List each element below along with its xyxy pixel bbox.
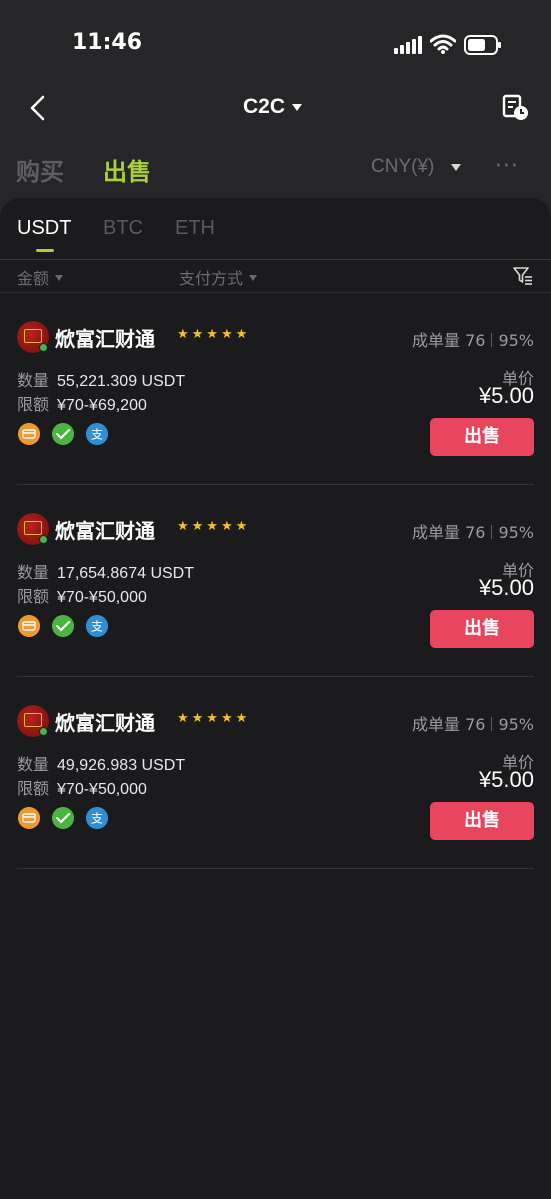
- currency-caret-icon[interactable]: [451, 164, 461, 171]
- svg-text:支: 支: [91, 812, 103, 826]
- merchant-rating-stars: ★★★★★: [177, 327, 251, 342]
- limit-row: 限额 ¥70-¥50,000: [17, 775, 147, 799]
- bank-card-icon: [18, 807, 40, 829]
- trade-mode-tabs: 购买 出售 CNY(¥) ···: [0, 148, 551, 188]
- amount-caret-icon: [55, 275, 64, 281]
- nav-bar: C2C: [0, 86, 551, 130]
- unit-price: ¥5.00: [478, 767, 534, 792]
- quantity-value: 17,654.8674 USDT: [57, 565, 194, 582]
- payment-method-filter[interactable]: 支付方式: [179, 265, 258, 289]
- alipay-icon: 支: [86, 423, 108, 445]
- wechat-pay-icon: [52, 615, 74, 637]
- listing-card[interactable]: 焮富汇财通 ★★★★★ 成单量 76 95% 数量 55,221.309 USDT …: [17, 293, 534, 485]
- tab-btc[interactable]: BTC: [103, 217, 143, 240]
- active-tab-indicator: [36, 249, 54, 252]
- svg-text:支: 支: [91, 620, 103, 634]
- merchant-avatar: [17, 321, 49, 353]
- back-chevron-icon[interactable]: [26, 94, 50, 122]
- quantity-value: 49,926.983 USDT: [57, 757, 186, 774]
- online-status-dot: [39, 727, 48, 736]
- merchant-avatar: [17, 705, 49, 737]
- merchant-stats: 成单量 76 95%: [412, 519, 534, 543]
- merchant-stats: 成单量 76 95%: [412, 711, 534, 735]
- merchant-rating-stars: ★★★★★: [177, 519, 251, 534]
- more-options-button[interactable]: ···: [495, 154, 519, 179]
- sell-button[interactable]: 出售: [430, 418, 534, 456]
- unit-price: ¥5.00: [478, 575, 534, 600]
- quantity-row: 数量 49,926.983 USDT: [17, 751, 185, 775]
- payment-caret-icon: [249, 275, 258, 281]
- limit-value: ¥70-¥50,000: [57, 781, 147, 798]
- orders-label: 成单量: [411, 523, 460, 542]
- filter-bar: 金额 支付方式: [0, 261, 551, 293]
- merchant-avatar: [17, 513, 49, 545]
- alipay-icon: 支: [86, 615, 108, 637]
- orders-count: 76: [465, 331, 486, 350]
- wechat-pay-icon: [52, 423, 74, 445]
- amount-filter[interactable]: 金额: [17, 265, 64, 289]
- completion-rate: 95%: [498, 715, 534, 734]
- limit-label: 限额: [17, 779, 50, 798]
- completion-rate: 95%: [498, 331, 534, 350]
- limit-value: ¥70-¥69,200: [57, 397, 147, 414]
- merchant-stats: 成单量 76 95%: [412, 327, 534, 351]
- bank-card-icon: [18, 615, 40, 637]
- merchant-rating-stars: ★★★★★: [177, 711, 251, 726]
- payment-filter-label: 支付方式: [179, 269, 244, 288]
- quantity-label: 数量: [17, 371, 50, 390]
- tab-buy[interactable]: 购买: [16, 152, 64, 187]
- status-bar: 11:46: [0, 0, 551, 90]
- quantity-row: 数量 17,654.8674 USDT: [17, 559, 194, 583]
- coin-tabs: USDT BTC ETH: [0, 212, 551, 260]
- listing-card[interactable]: 焮富汇财通 ★★★★★ 成单量 76 95% 数量 17,654.8674 USDT…: [17, 485, 534, 677]
- tab-usdt[interactable]: USDT: [17, 217, 71, 240]
- svg-text:支: 支: [91, 428, 103, 442]
- limit-row: 限额 ¥70-¥50,000: [17, 583, 147, 607]
- quantity-row: 数量 55,221.309 USDT: [17, 367, 185, 391]
- orders-count: 76: [465, 715, 486, 734]
- limit-row: 限额 ¥70-¥69,200: [17, 391, 147, 415]
- wifi-icon: [430, 34, 456, 54]
- orders-label: 成单量: [411, 715, 460, 734]
- page-title[interactable]: C2C: [243, 95, 285, 119]
- merchant-name[interactable]: 焮富汇财通: [55, 515, 155, 544]
- limit-value: ¥70-¥50,000: [57, 589, 147, 606]
- sell-button[interactable]: 出售: [430, 610, 534, 648]
- bank-card-icon: [18, 423, 40, 445]
- limit-label: 限额: [17, 395, 50, 414]
- signal-icon: [394, 36, 422, 54]
- amount-filter-label: 金额: [17, 269, 50, 288]
- title-dropdown-caret-icon[interactable]: [292, 104, 302, 111]
- status-time: 11:46: [72, 30, 143, 55]
- sell-button[interactable]: 出售: [430, 802, 534, 840]
- orders-count: 76: [465, 523, 486, 542]
- quantity-label: 数量: [17, 755, 50, 774]
- listing-card[interactable]: 焮富汇财通 ★★★★★ 成单量 76 95% 数量 49,926.983 USDT …: [17, 677, 534, 869]
- merchant-name[interactable]: 焮富汇财通: [55, 323, 155, 352]
- currency-selector[interactable]: CNY(¥): [371, 156, 434, 178]
- quantity-label: 数量: [17, 563, 50, 582]
- unit-price: ¥5.00: [478, 383, 534, 408]
- battery-icon: [464, 35, 501, 55]
- online-status-dot: [39, 535, 48, 544]
- merchant-name[interactable]: 焮富汇财通: [55, 707, 155, 736]
- orders-label: 成单量: [411, 331, 460, 350]
- filter-icon[interactable]: [513, 267, 533, 285]
- limit-label: 限额: [17, 587, 50, 606]
- wechat-pay-icon: [52, 807, 74, 829]
- online-status-dot: [39, 343, 48, 352]
- completion-rate: 95%: [498, 523, 534, 542]
- tab-eth[interactable]: ETH: [175, 217, 215, 240]
- quantity-value: 55,221.309 USDT: [57, 373, 186, 390]
- tab-sell[interactable]: 出售: [103, 152, 151, 187]
- alipay-icon: 支: [86, 807, 108, 829]
- order-history-icon[interactable]: [502, 94, 530, 122]
